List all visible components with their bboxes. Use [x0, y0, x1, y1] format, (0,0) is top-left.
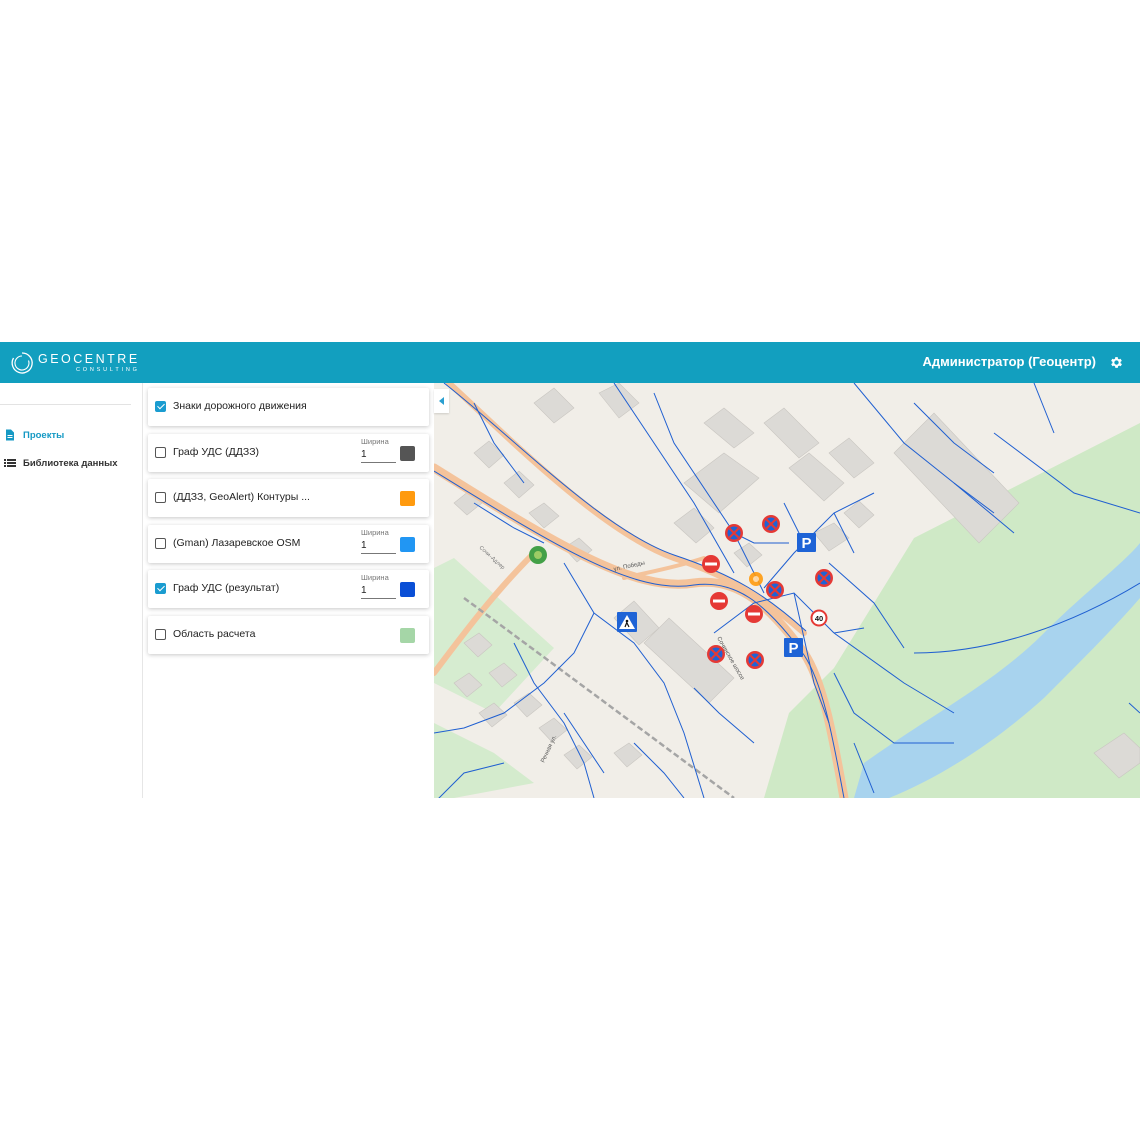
- parking-sign-icon[interactable]: P: [784, 638, 803, 657]
- gear-icon[interactable]: [1109, 355, 1124, 370]
- layer-card-road-graph-result: Граф УДС (результат) Ширина 1: [148, 570, 429, 608]
- list-icon: [4, 459, 16, 467]
- width-input[interactable]: 1: [361, 584, 396, 599]
- no-entry-sign-icon[interactable]: [702, 555, 720, 573]
- layer-checkbox[interactable]: [155, 538, 166, 549]
- layer-name: Граф УДС (результат): [173, 582, 280, 594]
- map-view[interactable]: P P 40 ул. Победы Сочинское шоссе Речная…: [434, 383, 1140, 798]
- layer-checkbox[interactable]: [155, 447, 166, 458]
- sidebar: Проекты Библиотека данных: [0, 383, 143, 798]
- no-entry-sign-icon[interactable]: [710, 592, 728, 610]
- width-input[interactable]: 1: [361, 539, 396, 554]
- color-swatch[interactable]: [400, 491, 415, 506]
- logo-subtitle: CONSULTING: [76, 366, 140, 373]
- layer-checkbox[interactable]: [155, 629, 166, 640]
- layer-name: (Gman) Лазаревское OSM: [173, 537, 301, 549]
- layer-card-lazarevskoe-osm: (Gman) Лазаревское OSM Ширина 1: [148, 525, 429, 563]
- speed-limit-sign-icon[interactable]: 40: [810, 609, 828, 627]
- color-swatch[interactable]: [400, 582, 415, 597]
- width-label: Ширина: [361, 573, 389, 582]
- logo[interactable]: GEOCENTRE CONSULTING: [10, 349, 140, 377]
- orange-marker-icon[interactable]: [749, 572, 763, 586]
- logo-name: GEOCENTRE: [38, 352, 140, 366]
- layer-card-calculation-area: Область расчета: [148, 616, 429, 654]
- no-stopping-sign-icon[interactable]: [762, 515, 780, 533]
- width-label: Ширина: [361, 437, 389, 446]
- color-swatch[interactable]: [400, 537, 415, 552]
- green-marker-icon[interactable]: [529, 546, 547, 564]
- no-entry-sign-icon[interactable]: [745, 605, 763, 623]
- color-swatch[interactable]: [400, 628, 415, 643]
- no-stopping-sign-icon[interactable]: [746, 651, 764, 669]
- layer-name: Область расчета: [173, 628, 256, 640]
- parking-sign-label: P: [788, 640, 798, 657]
- layer-name: Граф УДС (ДДЗЗ): [173, 446, 260, 458]
- layer-checkbox[interactable]: [155, 492, 166, 503]
- sidebar-item-label: Проекты: [23, 429, 65, 441]
- speed-limit-value: 40: [815, 614, 823, 623]
- chevron-left-icon: [438, 397, 444, 405]
- color-swatch[interactable]: [400, 446, 415, 461]
- no-stopping-sign-icon[interactable]: [815, 569, 833, 587]
- sidebar-divider: [0, 404, 131, 405]
- document-icon: [6, 429, 14, 441]
- width-label: Ширина: [361, 528, 389, 537]
- layer-card-road-graph-ddzz: Граф УДС (ДДЗЗ) Ширина 1: [148, 434, 429, 472]
- layers-panel: Знаки дорожного движения Граф УДС (ДДЗЗ)…: [143, 383, 434, 798]
- geocentre-logo-icon: [11, 352, 33, 374]
- layer-checkbox[interactable]: [155, 583, 166, 594]
- width-input[interactable]: 1: [361, 448, 396, 463]
- layer-checkbox[interactable]: [155, 401, 166, 412]
- sidebar-item-projects[interactable]: Проекты: [4, 426, 64, 444]
- app-window: GEOCENTRE CONSULTING Администратор (Геоц…: [0, 342, 1140, 798]
- collapse-panel-button[interactable]: [434, 389, 449, 413]
- no-stopping-sign-icon[interactable]: [725, 524, 743, 542]
- user-name[interactable]: Администратор (Геоцентр): [923, 354, 1096, 369]
- sidebar-item-data-library[interactable]: Библиотека данных: [4, 454, 118, 472]
- no-stopping-sign-icon[interactable]: [766, 581, 784, 599]
- parking-sign-icon[interactable]: P: [797, 533, 816, 552]
- layer-name: (ДДЗЗ, GeoAlert) Контуры ...: [173, 491, 310, 503]
- parking-sign-label: P: [801, 535, 811, 552]
- pedestrian-crossing-sign-icon[interactable]: [617, 612, 637, 632]
- layer-card-traffic-signs: Знаки дорожного движения: [148, 388, 429, 426]
- map-canvas[interactable]: P P 40 ул. Победы Сочинское шоссе Речная…: [434, 383, 1140, 798]
- top-bar: GEOCENTRE CONSULTING Администратор (Геоц…: [0, 342, 1140, 383]
- layer-name: Знаки дорожного движения: [173, 400, 307, 412]
- sidebar-item-label: Библиотека данных: [23, 457, 118, 469]
- layer-card-geoalert-contours: (ДДЗЗ, GeoAlert) Контуры ...: [148, 479, 429, 517]
